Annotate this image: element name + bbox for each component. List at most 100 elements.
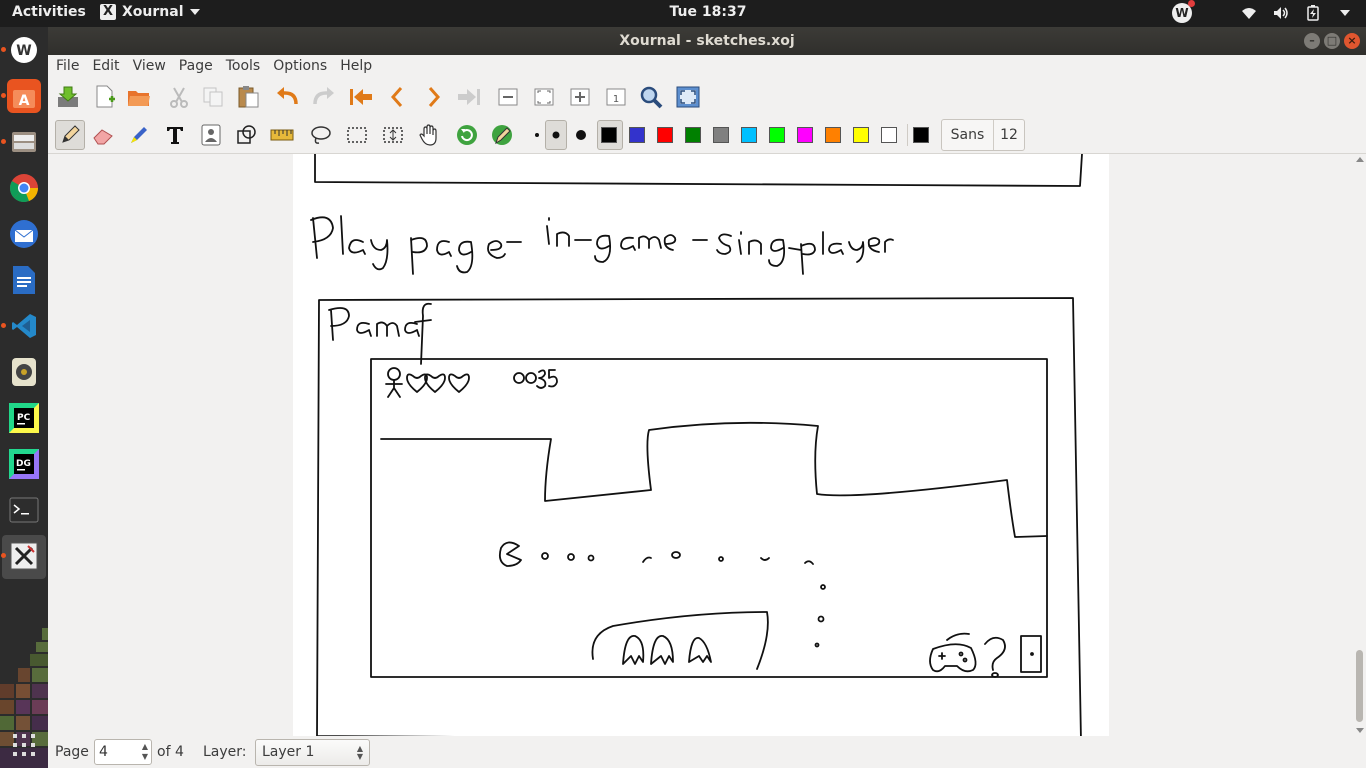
journal-page[interactable] [293,154,1109,736]
color-swatch[interactable] [825,127,841,143]
page-number-input[interactable] [99,743,137,761]
menu-tools[interactable]: Tools [226,55,268,78]
paste-button[interactable] [235,84,261,110]
new-page-button[interactable] [92,84,118,110]
app-menu[interactable]: X Xournal [100,4,200,20]
menu-view[interactable]: View [133,55,173,78]
new-document-icon [96,85,115,108]
default-pen-button[interactable] [489,122,515,148]
menu-options[interactable]: Options [273,55,334,78]
minimize-button[interactable]: – [1304,33,1320,49]
color-swatch[interactable] [713,127,729,143]
dock-item-writer[interactable] [7,263,41,297]
color-swatch[interactable] [657,127,673,143]
wifi-icon[interactable] [1240,4,1258,22]
eraser-tool-button[interactable] [90,122,116,148]
scroll-down-icon[interactable] [1356,728,1364,733]
color-swatch[interactable] [881,127,897,143]
dock-item-pycharm[interactable]: PC [7,401,41,435]
rect-select-button[interactable] [344,122,370,148]
save-button[interactable] [55,84,81,110]
menu-edit[interactable]: Edit [92,55,126,78]
dock-item-xournal[interactable] [7,539,41,573]
menu-file[interactable]: File [56,55,86,78]
menu-help[interactable]: Help [340,55,379,78]
battery-icon[interactable] [1304,4,1322,22]
font-selector-button[interactable]: Sans 12 [941,119,1025,151]
vertical-scrollbar[interactable] [1353,154,1366,736]
color-swatch[interactable] [797,127,813,143]
next-page-button[interactable] [421,84,447,110]
first-page-button[interactable] [348,84,374,110]
color-swatch[interactable] [601,127,617,143]
spinner-arrows-icon[interactable]: ▲ ▼ [142,742,148,762]
highlighter-tool-button[interactable] [126,122,152,148]
handwritten-sketch[interactable] [293,154,1109,736]
color-swatch[interactable] [853,127,869,143]
color-swatch[interactable] [685,127,701,143]
maximize-button[interactable]: □ [1324,33,1340,49]
menu-page[interactable]: Page [179,55,220,78]
ruler-button[interactable] [269,122,295,148]
volume-icon[interactable] [1272,4,1290,22]
dock-item-chrome[interactable] [7,171,41,205]
dock-item-terminal[interactable] [7,493,41,527]
default-tool-button[interactable] [454,122,480,148]
image-tool-button[interactable] [198,122,224,148]
activities-button[interactable]: Activities [12,4,86,20]
ghosts [622,635,712,665]
thickness-medium-button[interactable] [545,120,567,150]
system-tray[interactable]: W [1172,0,1354,23]
menu-bar: File Edit View Page Tools Options Help [48,55,1366,78]
color-swatch[interactable] [741,127,757,143]
page-number-spinner[interactable]: ▲▼ [94,739,152,765]
status-bar: Page ▲▼ of 4 Layer: Layer 1 ▲▼ [48,736,1366,768]
clock[interactable]: Tue 18:37 [670,4,747,20]
close-button[interactable]: × [1344,33,1360,49]
zoom-in-button[interactable] [567,84,593,110]
wunderlist-tray-icon[interactable]: W [1172,0,1195,23]
document-icon [13,266,35,294]
copy-button[interactable] [200,84,226,110]
scrollbar-thumb[interactable] [1356,650,1363,722]
top-bar: Activities X Xournal Tue 18:37 W [0,0,1366,27]
open-button[interactable] [126,84,152,110]
speaker-icon [12,358,36,386]
fullscreen-button[interactable] [675,84,701,110]
cut-button[interactable] [166,84,192,110]
current-color-button[interactable] [913,127,929,143]
color-swatch[interactable] [769,127,785,143]
show-applications-icon[interactable] [13,734,35,756]
zoom-out-button[interactable] [495,84,521,110]
dock-item-wunderlist[interactable]: W [7,33,41,67]
redo-button[interactable] [310,84,336,110]
dock-item-rhythmbox[interactable] [7,355,41,389]
window-titlebar[interactable]: Xournal - sketches.xoj – □ × [48,27,1366,55]
text-tool-button[interactable] [162,122,188,148]
xournal-window: Xournal - sketches.xoj – □ × File Edit V… [48,27,1366,768]
shape-recognizer-button[interactable] [234,122,260,148]
hand-tool-button[interactable] [416,122,442,148]
color-swatch[interactable] [629,127,645,143]
folder-open-icon [128,91,150,106]
page-width-button[interactable] [531,84,557,110]
zoom-button[interactable] [638,84,664,110]
last-page-button[interactable] [456,84,482,110]
thickness-thick-button[interactable] [568,122,594,148]
dock-item-thunderbird[interactable] [7,217,41,251]
dock: W A PC DG [0,27,48,768]
vertical-space-button[interactable] [380,122,406,148]
dock-item-files[interactable] [7,125,41,159]
undo-button[interactable] [275,84,301,110]
layer-select[interactable]: Layer 1 ▲ ▼ [255,739,370,766]
drawing-canvas-area[interactable] [48,154,1353,736]
pen-tool-button[interactable] [55,120,85,150]
dock-item-vscode[interactable] [7,309,41,343]
lasso-select-button[interactable] [308,122,334,148]
normal-size-button[interactable]: 1 [603,84,629,110]
previous-page-button[interactable] [384,84,410,110]
scroll-up-icon[interactable] [1356,157,1364,162]
dock-item-datagrip[interactable]: DG [7,447,41,481]
power-menu-icon[interactable] [1336,4,1354,22]
dock-item-ubuntu-software[interactable]: A [7,79,41,113]
